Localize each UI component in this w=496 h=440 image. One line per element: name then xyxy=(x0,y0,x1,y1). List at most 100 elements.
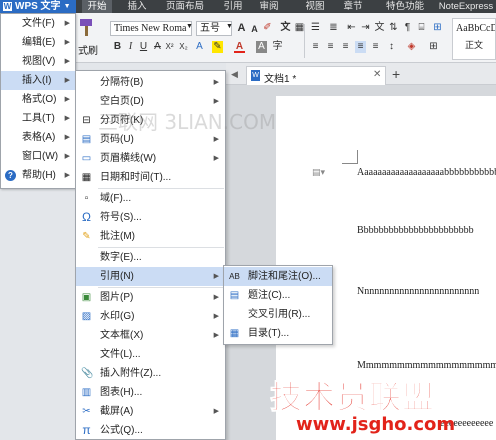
new-tab-icon[interactable]: + xyxy=(392,66,400,82)
tab-home[interactable]: 开始 xyxy=(82,0,112,13)
menu-item-view[interactable]: 视图(V) ▶ xyxy=(1,52,75,71)
chevron-right-icon: ▶ xyxy=(213,155,219,162)
tab-special[interactable]: 特色功能 xyxy=(380,0,430,13)
chevron-right-icon: ▶ xyxy=(213,79,219,86)
bullets-icon[interactable]: ☰ xyxy=(310,22,321,34)
menu-item-file[interactable]: 文件(L)... xyxy=(76,345,225,364)
style-gallery[interactable]: AaBbCcD 正文 xyxy=(452,18,496,60)
superscript-icon[interactable]: X² xyxy=(164,41,175,53)
styles-pane-icon[interactable]: ⊞ xyxy=(432,22,443,34)
format-painter-label[interactable]: 式刷 xyxy=(78,42,98,57)
char-shading-icon[interactable]: A xyxy=(256,41,267,53)
numbering-icon[interactable]: ≣ xyxy=(328,22,339,34)
chevron-down-icon[interactable]: ▼ xyxy=(186,23,193,30)
app-name: WPS 文字 xyxy=(15,1,61,12)
close-tab-icon[interactable]: ✕ xyxy=(373,69,381,80)
tab-noteexpress[interactable]: NoteExpress xyxy=(436,0,496,13)
bold-icon[interactable]: B xyxy=(112,41,123,53)
subscript-icon[interactable]: X₂ xyxy=(178,41,189,53)
menu-item-format[interactable]: 格式(O) ▶ xyxy=(1,90,75,109)
menu-item-label: 公式(Q)... xyxy=(100,425,143,436)
menu-item-window[interactable]: 窗口(W) ▶ xyxy=(1,147,75,166)
tab-references[interactable]: 引用 xyxy=(218,0,248,13)
menu-item-chart[interactable]: ▥ 图表(H)... xyxy=(76,383,225,402)
shading-icon[interactable]: ◈ xyxy=(406,41,417,53)
tab-view[interactable]: 视图 xyxy=(300,0,330,13)
menu-item-label: 图片(P) xyxy=(100,292,134,303)
document-tab[interactable]: W 文档1 * ✕ xyxy=(246,66,386,85)
pinyin-icon[interactable]: 文 xyxy=(280,22,291,34)
distributed-icon[interactable]: ≡ xyxy=(370,41,381,53)
chevron-right-icon: ▶ xyxy=(64,172,70,179)
menu-item-comment[interactable]: ✎ 批注(M) xyxy=(76,227,225,246)
font-color-icon[interactable]: A xyxy=(234,41,245,53)
menu-item-header-line[interactable]: ▭ 页眉横线(W) ▶ xyxy=(76,149,225,168)
menu-item-insert[interactable]: 插入(I) ▶ xyxy=(1,71,75,90)
tab-page-layout[interactable]: 页面布局 xyxy=(160,0,210,13)
justify-icon[interactable]: ≡ xyxy=(355,41,366,53)
menu-item-symbol[interactable]: Ω 符号(S)... xyxy=(76,208,225,227)
menu-item-date-time[interactable]: ▦ 日期和时间(T)... xyxy=(76,168,225,187)
menu-item-edit[interactable]: 编辑(E) ▶ xyxy=(1,33,75,52)
menu-item-label: 插入(I) xyxy=(22,75,52,86)
menu-item-formula[interactable]: π 公式(Q)... xyxy=(76,421,225,440)
tab-section[interactable]: 章节 xyxy=(338,0,368,13)
chevron-right-icon: ▶ xyxy=(64,77,70,84)
menu-item-file[interactable]: 文件(F) ▶ xyxy=(1,14,75,33)
menu-item-label: 题注(C)... xyxy=(248,290,291,301)
tabs-dropdown-icon[interactable]: ◀ xyxy=(231,69,238,80)
decrease-indent-icon[interactable]: ⇤ xyxy=(346,22,357,34)
menu-item-attachment[interactable]: 📎 插入附件(Z)... xyxy=(76,364,225,383)
document-icon: W xyxy=(251,70,260,81)
chevron-down-icon[interactable]: ▼ xyxy=(226,23,233,30)
menu-item-cross-reference[interactable]: 交叉引用(R)... xyxy=(224,305,332,324)
menu-item-picture[interactable]: ▣ 图片(P) ▶ xyxy=(76,288,225,307)
align-left-icon[interactable]: ≡ xyxy=(310,41,321,53)
menu-item-field[interactable]: ▫ 域(F)... xyxy=(76,189,225,208)
reference-submenu: AB 脚注和尾注(O)... ▤ 题注(C)... 交叉引用(R)... ▦ 目录(T… xyxy=(223,265,333,345)
menu-item-number[interactable]: 数字(E)... xyxy=(76,248,225,267)
tab-insert[interactable]: 插入 xyxy=(120,0,154,13)
menu-item-label: 工具(T) xyxy=(22,113,55,124)
grow-font-icon[interactable]: A xyxy=(236,22,247,34)
text-effect-icon[interactable]: A xyxy=(194,41,205,53)
sort-icon[interactable]: ⇅ xyxy=(388,22,399,34)
select-icon[interactable]: ⌸ xyxy=(416,22,427,34)
menu-item-separator[interactable]: 分隔符(B) ▶ xyxy=(76,73,225,92)
strikethrough-icon[interactable]: A xyxy=(152,41,163,53)
datetime-icon: ▦ xyxy=(81,172,92,183)
format-painter-icon[interactable] xyxy=(78,18,94,38)
italic-icon[interactable]: I xyxy=(125,41,136,53)
tab-review[interactable]: 审阅 xyxy=(254,0,284,13)
chinese-layout-icon[interactable]: 文 xyxy=(374,22,385,34)
menu-item-footnote[interactable]: AB 脚注和尾注(O)... xyxy=(224,267,332,286)
enclose-char-icon[interactable]: 字 xyxy=(272,41,283,53)
menu-item-watermark[interactable]: ▨ 水印(G) ▶ xyxy=(76,307,225,326)
menu-item-reference[interactable]: 引用(N) ▶ xyxy=(76,267,225,286)
align-right-icon[interactable]: ≡ xyxy=(340,41,351,53)
font-family-select[interactable]: Times New Roma xyxy=(110,21,192,36)
show-marks-icon[interactable]: ¶ xyxy=(402,22,413,34)
menu-item-help[interactable]: ? 帮助(H) ▶ xyxy=(1,166,75,185)
shrink-font-icon[interactable]: A xyxy=(249,23,260,35)
chevron-right-icon: ▶ xyxy=(64,20,70,27)
menu-item-text-box[interactable]: 文本框(X) ▶ xyxy=(76,326,225,345)
menu-item-label: 图表(H)... xyxy=(100,387,143,398)
align-center-icon[interactable]: ≡ xyxy=(325,41,336,53)
menu-item-table[interactable]: 表格(A) ▶ xyxy=(1,128,75,147)
increase-indent-icon[interactable]: ⇥ xyxy=(360,22,371,34)
menu-item-caption[interactable]: ▤ 题注(C)... xyxy=(224,286,332,305)
line-spacing-icon[interactable]: ↕ xyxy=(386,41,397,53)
menu-item-screenshot[interactable]: ✂ 截屏(A) ▶ xyxy=(76,402,225,421)
chevron-right-icon: ▶ xyxy=(213,294,219,301)
paragraph-options-icon[interactable]: ▤▾ xyxy=(312,167,325,178)
borders-icon[interactable]: ⊞ xyxy=(428,41,439,53)
menu-item-tools[interactable]: 工具(T) ▶ xyxy=(1,109,75,128)
site-watermark-cn: 技术员联盟 xyxy=(269,378,436,417)
underline-icon[interactable]: U xyxy=(138,41,149,53)
chevron-right-icon: ▶ xyxy=(64,58,70,65)
menu-item-toc[interactable]: ▦ 目录(T)... xyxy=(224,324,332,343)
clear-format-icon[interactable]: ✐ xyxy=(262,22,273,34)
highlight-icon[interactable]: ✎ xyxy=(212,41,223,53)
wps-menu-button[interactable]: W WPS 文字 ▼ xyxy=(0,0,76,13)
